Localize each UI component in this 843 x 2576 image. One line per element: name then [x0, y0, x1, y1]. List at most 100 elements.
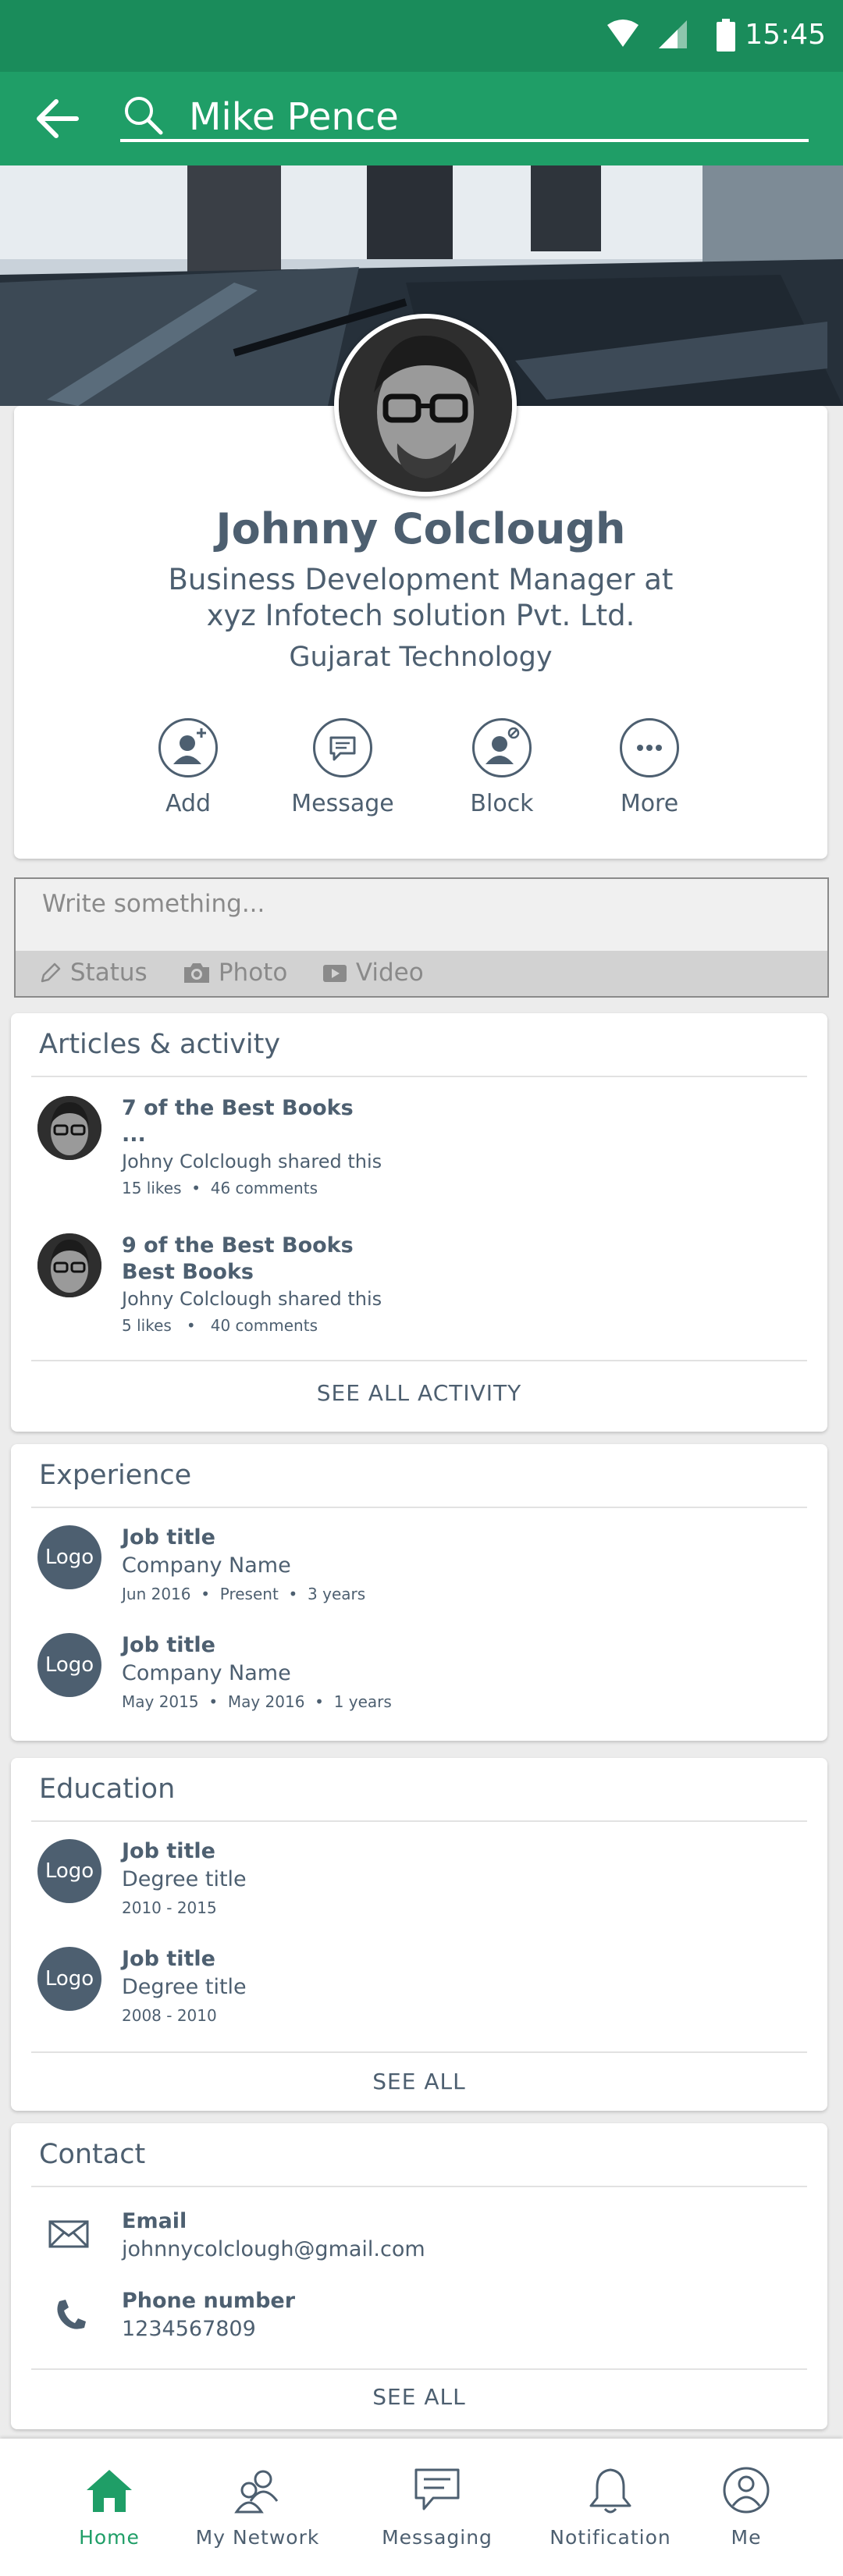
divider [31, 1360, 807, 1361]
job-duration: 3 years [308, 1585, 366, 1603]
nav-home[interactable]: Home [31, 2467, 187, 2549]
composer-toolbar: Status Photo Video [16, 951, 827, 996]
search-input[interactable]: Mike Pence [189, 95, 399, 139]
add-label: Add [165, 790, 212, 817]
divider [31, 1507, 807, 1508]
phone-value[interactable]: 1234567809 [122, 2317, 256, 2341]
block-button[interactable]: Block [439, 718, 564, 817]
battery-icon [717, 19, 735, 52]
company-logo: Logo [37, 1525, 101, 1589]
job-title[interactable]: Job title [122, 1633, 215, 1657]
likes-count: 15 likes [122, 1179, 182, 1197]
video-button[interactable]: Video [322, 959, 424, 987]
email-value[interactable]: johnnycolclough@gmail.com [122, 2237, 425, 2261]
nav-my-network[interactable]: My Network [180, 2467, 336, 2549]
composer-input[interactable]: Write something... [42, 890, 265, 918]
article-shared: Johny Colclough shared this [122, 1288, 382, 1310]
message-label: Message [291, 790, 394, 817]
article-title[interactable]: 9 of the Best Books [122, 1233, 354, 1258]
section-title: Articles & activity [39, 1029, 281, 1060]
post-composer[interactable]: Write something... Status Photo Video [14, 877, 829, 998]
back-arrow-icon[interactable] [33, 94, 83, 144]
photo-button[interactable]: Photo [183, 959, 287, 987]
divider [31, 1076, 807, 1077]
photo-label: Photo [218, 959, 288, 987]
profile-avatar[interactable] [334, 314, 517, 496]
article-title[interactable]: 7 of the Best Books [122, 1096, 354, 1120]
article-subtitle: ... [122, 1123, 146, 1147]
more-button[interactable]: More [587, 718, 712, 817]
wifi-icon [607, 20, 638, 47]
job-duration: 1 years [333, 1692, 392, 1711]
likes-count: 5 likes [122, 1316, 172, 1335]
divider [31, 2051, 807, 2053]
divider [31, 1820, 807, 1822]
see-all-education-button[interactable]: SEE ALL [11, 2069, 827, 2094]
profile-headline: Business Development Manager at xyz Info… [14, 562, 827, 634]
divider [31, 2368, 807, 2370]
comments-count: 40 comments [210, 1316, 318, 1335]
search-icon [125, 97, 163, 135]
nav-notification[interactable]: Notification [532, 2467, 688, 2549]
email-icon [48, 2220, 89, 2248]
section-title: Experience [39, 1460, 192, 1491]
nav-messaging[interactable]: Messaging [359, 2467, 515, 2549]
home-icon [87, 2470, 132, 2512]
job-title[interactable]: Job title [122, 1525, 215, 1550]
comments-count: 46 comments [210, 1179, 318, 1197]
phone-label: Phone number [122, 2289, 296, 2313]
degree-title: Degree title [122, 1975, 247, 1999]
status-button[interactable]: Status [39, 959, 148, 987]
profile-headline-line2: xyz Infotech solution Pvt. Ltd. [206, 599, 635, 632]
articles-activity-card: Articles & activity 7 of the Best Books … [11, 1013, 827, 1432]
job-dates: Jun 2016 • Present • 3 years [122, 1585, 366, 1603]
status-bar: 15:45 [0, 0, 843, 72]
see-all-contact-button[interactable]: SEE ALL [11, 2384, 827, 2410]
article-stats: 15 likes • 46 comments [122, 1179, 318, 1197]
company-name: Company Name [122, 1553, 291, 1578]
degree-title: Degree title [122, 1867, 247, 1891]
nav-me[interactable]: Me [668, 2467, 824, 2549]
job-dates: May 2015 • May 2016 • 1 years [122, 1692, 392, 1711]
job-start: Jun 2016 [122, 1585, 191, 1603]
school-logo: Logo [37, 1839, 101, 1903]
profile-headline-line1: Business Development Manager at [168, 563, 674, 596]
education-years: 2008 - 2010 [122, 2006, 217, 2025]
job-start: May 2015 [122, 1692, 199, 1711]
add-person-icon [158, 718, 218, 777]
network-icon [234, 2470, 279, 2514]
profile-icon [723, 2467, 770, 2514]
message-button[interactable]: Message [280, 718, 405, 817]
contact-card: Contact Email johnnycolclough@gmail.com … [11, 2123, 827, 2429]
school-logo: Logo [37, 1947, 101, 2011]
section-title: Education [39, 1774, 176, 1805]
signal-icon [659, 20, 687, 48]
job-end: Present [219, 1585, 279, 1603]
camera-icon [184, 963, 209, 983]
message-icon [313, 718, 372, 777]
section-title: Contact [39, 2139, 146, 2170]
company-name: Company Name [122, 1661, 291, 1685]
education-years: 2010 - 2015 [122, 1898, 217, 1917]
bell-icon [589, 2468, 631, 2514]
phone-icon [57, 2300, 86, 2329]
email-label: Email [122, 2209, 187, 2233]
avatar[interactable] [37, 1233, 101, 1297]
avatar[interactable] [37, 1096, 101, 1160]
add-button[interactable]: Add [126, 718, 251, 817]
education-title[interactable]: Job title [122, 1839, 215, 1863]
more-label: More [620, 790, 679, 817]
nav-home-label: Home [79, 2526, 140, 2549]
bottom-navigation: Home My Network Messaging Notification M… [0, 2439, 843, 2576]
block-person-icon [472, 718, 532, 777]
company-logo: Logo [37, 1633, 101, 1697]
see-all-activity-button[interactable]: SEE ALL ACTIVITY [11, 1380, 827, 1406]
nav-me-label: Me [731, 2526, 762, 2549]
nav-my-network-label: My Network [195, 2526, 320, 2549]
search-field[interactable]: Mike Pence [120, 87, 809, 142]
education-title[interactable]: Job title [122, 1947, 215, 1971]
video-label: Video [355, 959, 424, 987]
status-time: 15:45 [745, 19, 826, 51]
status-label: Status [69, 959, 148, 987]
video-icon [323, 965, 347, 982]
